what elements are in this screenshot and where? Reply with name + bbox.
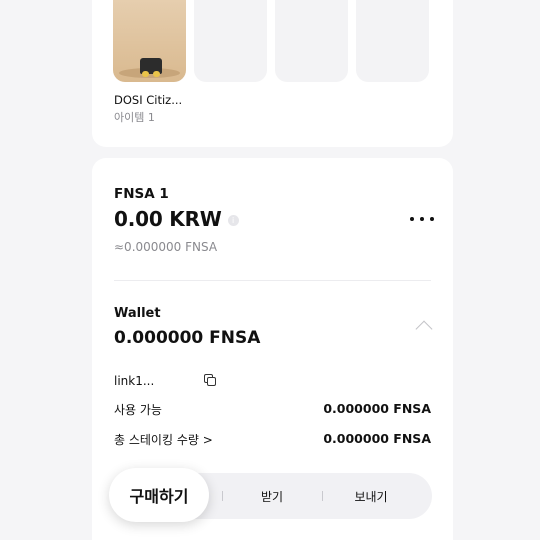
chevron-up-icon[interactable] [415, 320, 433, 338]
item-thumbnail-placeholder [356, 0, 429, 82]
wallet-balance: 0.000000 FNSA [114, 328, 261, 348]
more-dot [420, 217, 424, 221]
item-art-foot [153, 71, 160, 77]
token-card: FNSA 1 0.00 KRW i ≈0.000000 FNSA Wallet … [92, 158, 453, 540]
send-button[interactable]: 보내기 [340, 484, 402, 508]
more-dot [410, 217, 414, 221]
item-thumbnail-dosi-citizen[interactable] [113, 0, 186, 82]
total-staking-link[interactable]: 총 스테이킹 수량 > [114, 431, 213, 448]
available-value: 0.000000 FNSA [323, 401, 431, 416]
action-separator [222, 491, 223, 501]
items-card: DOSI Citiz... 아이템 1 [92, 0, 453, 147]
token-name: FNSA 1 [114, 186, 169, 202]
item-thumbnail-placeholder [194, 0, 267, 82]
more-dot [430, 217, 434, 221]
token-approx-amount: ≈0.000000 FNSA [114, 240, 218, 254]
action-separator [322, 491, 323, 501]
total-staking-value: 0.000000 FNSA [323, 431, 431, 446]
available-label: 사용 가능 [114, 403, 162, 417]
divider [114, 280, 431, 281]
copy-icon[interactable] [204, 374, 217, 387]
fiat-balance-row: 0.00 KRW i [114, 207, 239, 231]
item-name: DOSI Citiz... [114, 93, 183, 107]
wallet-address: link1... [114, 374, 155, 388]
copy-icon-front [207, 377, 216, 386]
wallet-label: Wallet [114, 306, 161, 321]
fiat-balance: 0.00 KRW [114, 207, 222, 231]
item-thumbnail-placeholder [275, 0, 348, 82]
more-icon[interactable] [410, 212, 434, 226]
buy-button[interactable]: 구매하기 [109, 468, 209, 522]
receive-button[interactable]: 받기 [242, 484, 302, 508]
info-icon[interactable]: i [227, 214, 239, 226]
item-art-foot [142, 71, 149, 77]
item-count: 아이템 1 [114, 111, 155, 124]
